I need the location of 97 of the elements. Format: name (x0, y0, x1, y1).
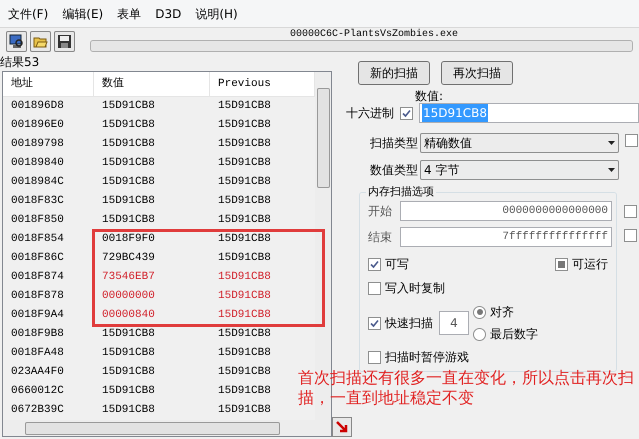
table-cell-text: 15D91CB8 (217, 175, 272, 190)
checkbox[interactable] (368, 350, 381, 364)
table-cell-text: 15D91CB8 (101, 384, 156, 400)
dropdown-caret-icon (608, 168, 615, 172)
dropdown-caret-icon (608, 141, 615, 145)
table-cell-text: 15D91CB8 (217, 327, 272, 342)
table-cell-text: 0018F9B8 (10, 327, 65, 342)
checkbox[interactable] (368, 282, 381, 294)
executable-label: 可运行 (572, 256, 608, 273)
start-label: 开始 (368, 203, 393, 220)
menu-item[interactable]: D3D (155, 4, 182, 22)
checkbox[interactable] (555, 258, 568, 271)
table-cell-text: 00189840 (10, 156, 65, 172)
table-cell-text: 023AA4F0 (10, 365, 65, 380)
value-label: 数值: (415, 89, 444, 103)
table-cell-text: 0018F874 (10, 270, 65, 286)
table-cell-text: 0018FA48 (10, 346, 65, 362)
scan-type-dropdown[interactable]: 精确数值 (420, 133, 619, 153)
table-cell-text: 15D91CB8 (217, 137, 272, 152)
table-cell-text: 0672B39C (10, 403, 65, 418)
table-cell-text: 0018F86C (10, 251, 65, 266)
annotation-text: 首次扫描还有很多一直在变化，所以点击再次扫描，一直到地址稳定不变 (298, 368, 635, 408)
writable-label: 可写 (385, 256, 409, 273)
menu-item[interactable]: 说明(H) (195, 4, 238, 22)
table-cell-text: 00189798 (10, 137, 65, 152)
table-cell-text: 00000000 (101, 289, 156, 304)
checkbox[interactable] (624, 205, 637, 218)
table-cell-text: 15D91CB8 (217, 270, 272, 286)
stop-field[interactable]: 7fffffffffffffff (400, 227, 612, 247)
checkbox[interactable] (368, 258, 381, 270)
table-cell-text: 00000840 (101, 308, 156, 324)
process-title: 00000C6C-PlantsVsZombies.exe (290, 28, 458, 42)
table-cell-text: 15D91CB8 (101, 118, 156, 134)
process-icon[interactable] (6, 30, 27, 52)
copy-on-write-label: 写入时复制 (385, 280, 445, 297)
table-cell-text: 15D91CB8 (101, 194, 156, 210)
fast-scan-label: 快速扫描 (385, 315, 433, 332)
alignment-option[interactable]: 最后数字 (490, 325, 538, 343)
fast-scan-field[interactable]: 4 (439, 311, 469, 335)
scan-type-label: 扫描类型 (370, 135, 418, 152)
table-cell-text: 15D91CB8 (217, 289, 272, 304)
table-cell-text: 001896E0 (10, 118, 65, 134)
table-cell-text: 15D91CB8 (217, 118, 272, 134)
checkbox[interactable] (368, 316, 381, 330)
menu-item[interactable]: 表单 (117, 4, 142, 22)
open-folder-icon[interactable] (30, 30, 51, 52)
pause-label: 扫描时暂停游戏 (385, 349, 469, 366)
checkbox[interactable] (400, 106, 413, 120)
hex-label: 十六进制 (346, 105, 394, 122)
table-cell-text: 0018F9F0 (101, 232, 156, 248)
table-cell-text: 15D91CB8 (217, 194, 272, 210)
table-cell-text: 15D91CB8 (217, 99, 272, 114)
table-cell-text: 0018984C (10, 175, 65, 190)
table-cell-text: 0018F9A4 (10, 308, 65, 324)
table-cell-text: 0018F850 (10, 213, 65, 228)
table-cell-text: 15D91CB8 (101, 156, 156, 172)
menu-item[interactable]: 文件(F) (8, 4, 48, 22)
next-scan-button[interactable]: 再次扫描 (441, 61, 513, 85)
table-cell-text: 15D91CB8 (101, 99, 156, 114)
start-field[interactable]: 0000000000000000 (400, 201, 612, 221)
results-count: 结果53 (0, 54, 40, 71)
save-icon[interactable] (54, 30, 75, 52)
table-cell-text: 15D91CB8 (217, 213, 272, 228)
table-cell-text: 15D91CB8 (101, 175, 156, 190)
new-scan-button[interactable]: 新的扫描 (358, 61, 430, 85)
column-header[interactable]: 数值 (94, 72, 210, 96)
checkbox[interactable] (625, 134, 638, 147)
table-cell-text: 15D91CB8 (217, 308, 272, 324)
table-cell-text: 15D91CB8 (101, 346, 156, 362)
table-cell-text: 73546EB7 (101, 270, 156, 286)
table-cell-text: 15D91CB8 (217, 346, 272, 362)
table-cell-text: 0018F854 (10, 232, 65, 248)
table-cell-text: 15D91CB8 (101, 365, 156, 380)
radio-button[interactable] (473, 306, 486, 318)
table-cell-text: 15D91CB8 (217, 251, 272, 266)
alignment-option[interactable]: 对齐 (490, 303, 514, 321)
table-cell-text: 729BC439 (101, 251, 156, 266)
table-cell-text: 15D91CB8 (101, 403, 156, 418)
table-cell-text: 0018F878 (10, 289, 65, 304)
table-cell-text: 15D91CB8 (101, 137, 156, 152)
table-cell-text: 15D91CB8 (217, 384, 272, 400)
table-cell-text: 15D91CB8 (101, 213, 156, 228)
checkbox[interactable] (624, 229, 637, 242)
table-cell-text: 0660012C (10, 384, 65, 400)
table-cell-text: 15D91CB8 (217, 365, 272, 380)
value-type-label: 数值类型 (370, 162, 418, 179)
table-cell-text: 15D91CB8 (217, 403, 272, 418)
table-cell-text: 15D91CB8 (101, 327, 156, 342)
radio-button[interactable] (473, 328, 486, 340)
table-cell-text: 15D91CB8 (217, 232, 272, 248)
table-cell-text: 001896D8 (10, 99, 65, 114)
stop-label: 结束 (368, 229, 393, 246)
menu-item[interactable]: 编辑(E) (62, 4, 104, 22)
column-header[interactable]: 地址 (3, 72, 94, 96)
table-cell-text: 15D91CB8 (217, 156, 272, 172)
table-cell-text: 0018F83C (10, 194, 65, 210)
value-type-dropdown[interactable]: 4 字节 (420, 160, 619, 180)
